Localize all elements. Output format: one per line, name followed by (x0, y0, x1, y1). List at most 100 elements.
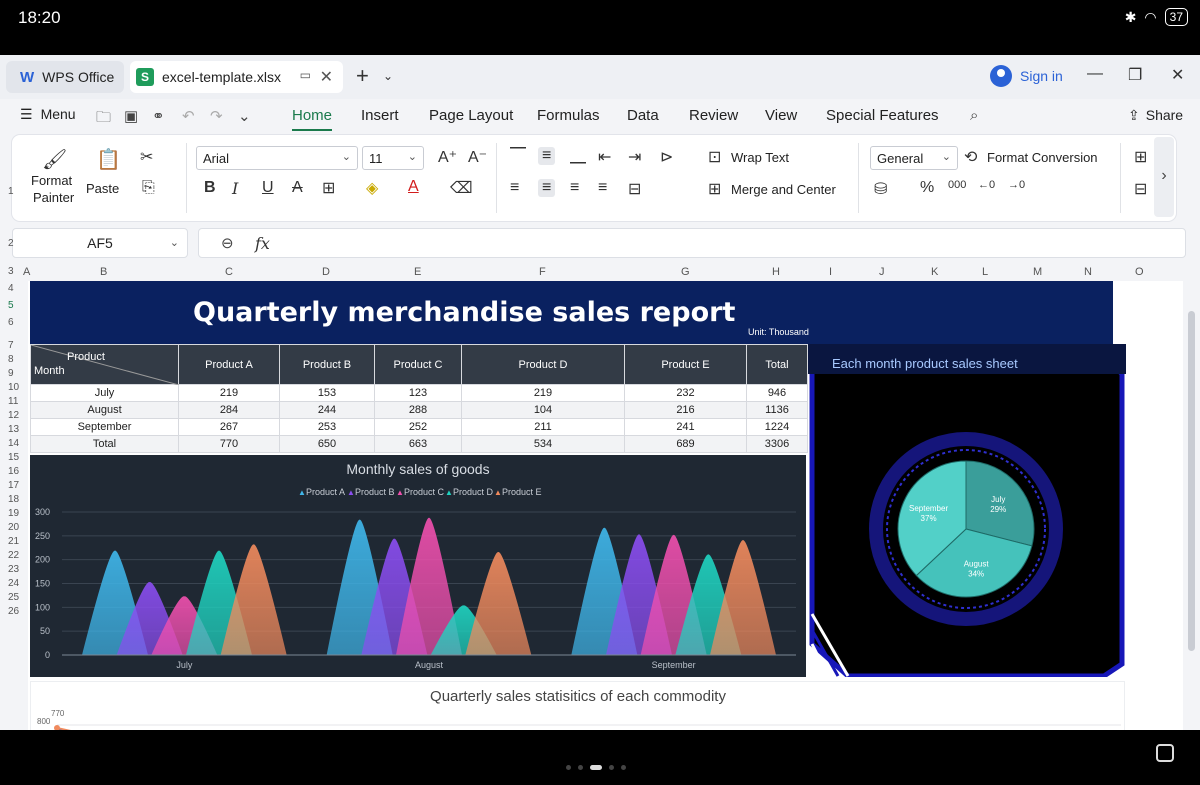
row-header[interactable]: 10 (8, 382, 19, 393)
column-header[interactable]: M (1033, 266, 1042, 278)
justify-icon[interactable]: ≡ (598, 179, 607, 197)
font-color-icon[interactable]: A (408, 178, 419, 196)
column-header[interactable]: L (982, 266, 988, 278)
distributed-icon[interactable]: ⊟ (628, 179, 641, 199)
column-header[interactable]: E (414, 266, 421, 278)
monthly-sales-chart[interactable]: Monthly sales of goods 0 50 100 150 200 250 300… (30, 455, 806, 677)
row-header[interactable]: 9 (8, 368, 14, 379)
value-cell[interactable]: 284 (178, 401, 280, 419)
column-header-cell[interactable]: Product E (624, 344, 747, 385)
font-family-select[interactable]: Arial ⌄ (196, 146, 358, 170)
row-header[interactable]: 12 (8, 410, 19, 421)
row-header[interactable]: 3 (8, 266, 14, 277)
row-header[interactable]: 15 (8, 452, 19, 463)
paste-icon[interactable]: 📋 (96, 147, 121, 172)
formula-bar[interactable]: ⊖ fx (198, 228, 1186, 258)
decrease-indent-icon[interactable]: ⇤ (598, 147, 611, 167)
row-header[interactable]: 7 (8, 340, 14, 351)
strikethrough-icon[interactable]: A (292, 179, 303, 197)
row-header[interactable]: 8 (8, 354, 14, 365)
row-header[interactable]: 23 (8, 564, 19, 575)
clear-format-icon[interactable]: ⌫ (450, 178, 473, 198)
share-button[interactable]: ⇪ Share (1128, 107, 1183, 124)
quick-more-icon[interactable]: ⌄ (238, 107, 251, 125)
row-header[interactable]: 5 (8, 300, 14, 311)
row-header[interactable]: 25 (8, 592, 19, 603)
row-header[interactable]: 6 (8, 317, 14, 328)
open-folder-icon[interactable]: 🗀 (96, 107, 111, 132)
column-header-cell[interactable]: Product D (461, 344, 625, 385)
row-header[interactable]: 1 (8, 186, 14, 197)
value-cell[interactable]: 267 (178, 418, 280, 436)
tab-page-layout[interactable]: Page Layout (429, 107, 513, 124)
column-header[interactable]: I (829, 266, 832, 278)
month-cell[interactable]: July (30, 384, 179, 402)
thousands-icon[interactable]: 000 (948, 179, 966, 191)
column-header[interactable]: H (772, 266, 780, 278)
value-cell[interactable]: 244 (279, 401, 375, 419)
menu-button[interactable]: ☰ Menu (20, 106, 76, 123)
column-header[interactable]: F (539, 266, 546, 278)
clipboard-icon[interactable] (1156, 744, 1174, 762)
value-cell[interactable]: 219 (461, 384, 625, 402)
link-icon[interactable]: ⚭ (152, 107, 165, 125)
align-bottom-icon[interactable]: ⎽ (570, 147, 586, 165)
column-header[interactable]: N (1084, 266, 1092, 278)
tab-special-features[interactable]: Special Features (826, 107, 939, 124)
tab-formulas[interactable]: Formulas (537, 107, 600, 124)
value-cell[interactable]: 534 (461, 435, 625, 453)
row-header[interactable]: 11 (8, 396, 18, 407)
table-format-icon[interactable]: ⊟ (1134, 179, 1147, 199)
column-header[interactable]: D (322, 266, 330, 278)
value-cell[interactable]: 241 (624, 418, 747, 436)
align-top-icon[interactable]: ⎺ (510, 147, 526, 165)
name-box[interactable]: AF5 ⌄ (12, 228, 188, 258)
value-cell[interactable]: 232 (624, 384, 747, 402)
value-cell[interactable]: 219 (178, 384, 280, 402)
value-cell[interactable]: 1224 (746, 418, 808, 436)
column-header-cell[interactable]: Total (746, 344, 808, 385)
tab-excel-file[interactable]: S excel-template.xlsx ▭ ✕ (130, 61, 343, 93)
value-cell[interactable]: 123 (374, 384, 462, 402)
value-cell[interactable]: 946 (746, 384, 808, 402)
value-cell[interactable]: 211 (461, 418, 625, 436)
value-cell[interactable]: 153 (279, 384, 375, 402)
number-format-select[interactable]: General ⌄ (870, 146, 958, 170)
value-cell[interactable]: 1136 (746, 401, 808, 419)
copy-icon[interactable]: ⎘ (142, 179, 155, 197)
font-size-select[interactable]: 11 ⌄ (362, 146, 424, 170)
format-painter-label-1[interactable]: Format (31, 173, 72, 188)
column-header[interactable]: K (931, 266, 938, 278)
month-cell[interactable]: September (30, 418, 179, 436)
format-painter-label-2[interactable]: Painter (33, 190, 74, 205)
borders-icon[interactable]: ⊞ (322, 178, 335, 198)
row-header[interactable]: 18 (8, 494, 19, 505)
column-header[interactable]: O (1135, 266, 1144, 278)
value-cell[interactable]: 770 (178, 435, 280, 453)
close-window-icon[interactable]: ✕ (1171, 65, 1184, 85)
restore-icon[interactable]: ❐ (1128, 65, 1142, 85)
value-cell[interactable]: 689 (624, 435, 747, 453)
chevron-down-icon[interactable]: ⌄ (383, 69, 393, 83)
monitor-icon[interactable]: ▭ (300, 68, 311, 82)
row-header[interactable]: 2 (8, 238, 14, 249)
month-cell[interactable]: Total (30, 435, 179, 453)
decrease-font-icon[interactable]: A⁻ (468, 147, 487, 167)
vertical-scrollbar[interactable] (1186, 281, 1198, 730)
column-header[interactable]: J (879, 266, 885, 278)
align-left-icon[interactable]: ≡ (510, 179, 519, 197)
italic-icon[interactable]: I (232, 179, 238, 198)
wrap-text-button[interactable]: Wrap Text (731, 150, 789, 165)
value-cell[interactable]: 104 (461, 401, 625, 419)
close-tab-icon[interactable]: ✕ (320, 67, 333, 87)
align-center-icon[interactable]: ≡ (538, 179, 556, 197)
format-painter-icon[interactable]: 🖌 (42, 147, 67, 172)
merge-center-button[interactable]: Merge and Center (731, 182, 836, 197)
column-header-cell[interactable]: Product B (279, 344, 375, 385)
increase-indent-icon[interactable]: ⇥ (628, 147, 641, 167)
cell-style-icon[interactable]: ⛁ (874, 179, 887, 199)
value-cell[interactable]: 663 (374, 435, 462, 453)
fill-color-icon[interactable]: ◈ (366, 178, 378, 198)
row-header[interactable]: 24 (8, 578, 19, 589)
row-header[interactable]: 19 (8, 508, 19, 519)
